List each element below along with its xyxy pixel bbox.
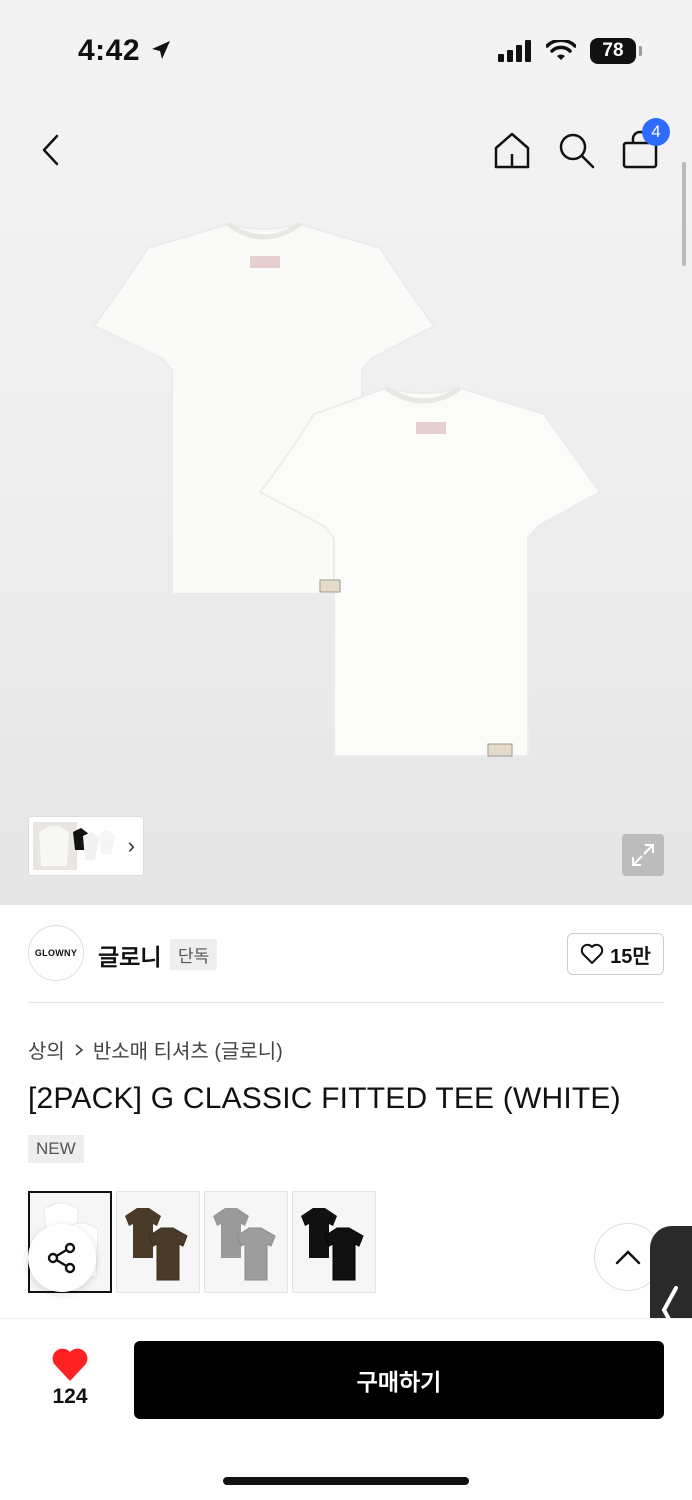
chevron-up-icon (615, 1250, 641, 1265)
status-bar: 4:42 78 (0, 0, 692, 100)
wishlist-count: 124 (52, 1385, 88, 1408)
product-photo (92, 221, 602, 757)
brand-name-link[interactable]: 글로니 (98, 938, 161, 972)
chevron-right-icon: › (127, 833, 135, 858)
product-image-gallery[interactable]: 4 › (0, 100, 692, 905)
expand-icon (632, 844, 654, 866)
cart-button[interactable]: 4 (620, 118, 670, 170)
color-option-brown[interactable] (116, 1191, 200, 1293)
wifi-icon (546, 40, 576, 60)
brand-like-count: 15만 (610, 945, 651, 968)
status-time: 4:42 (78, 34, 173, 68)
search-icon (559, 133, 595, 169)
status-icons: 78 (498, 38, 642, 64)
scrollbar[interactable] (682, 162, 686, 266)
battery-indicator: 78 (590, 38, 642, 64)
brand-like-button[interactable]: 15만 (567, 933, 664, 975)
cellular-signal-icon (498, 40, 531, 62)
brand-logo[interactable]: GLOWNY (28, 925, 84, 981)
home-icon (494, 132, 530, 169)
search-button[interactable] (556, 130, 596, 170)
exclusive-tag: 단독 (170, 939, 218, 970)
product-title: [2PACK] G CLASSIC FITTED TEE (WHITE) (28, 1082, 621, 1115)
image-thumbnail-strip[interactable]: › (28, 816, 144, 876)
divider (28, 1002, 664, 1003)
wishlist-button[interactable] (50, 1347, 90, 1383)
buy-button[interactable]: 구매하기 (134, 1341, 664, 1419)
heart-filled-icon (52, 1348, 88, 1381)
expand-image-button[interactable] (622, 834, 664, 876)
heart-outline-icon (580, 943, 604, 964)
location-arrow-icon (151, 41, 170, 59)
color-option-black[interactable] (292, 1191, 376, 1293)
share-icon (47, 1242, 76, 1274)
breadcrumb-subcategory[interactable]: 반소매 티셔츠 (글로니) (93, 1035, 283, 1064)
chevron-right-icon (75, 1043, 84, 1056)
bottom-action-bar: 124 구매하기 (0, 1318, 692, 1500)
chevron-left-icon (42, 134, 59, 166)
share-button[interactable] (28, 1224, 96, 1292)
home-indicator[interactable] (223, 1477, 469, 1485)
new-badge: NEW (28, 1135, 84, 1163)
cart-count-badge: 4 (642, 118, 670, 146)
color-option-gray[interactable] (204, 1191, 288, 1293)
back-button[interactable] (32, 130, 72, 170)
breadcrumb-category[interactable]: 상의 (28, 1035, 65, 1064)
thumbnail-images (33, 822, 115, 870)
home-button[interactable] (492, 130, 532, 170)
breadcrumb: 상의 반소매 티셔츠 (글로니) (28, 1035, 283, 1064)
